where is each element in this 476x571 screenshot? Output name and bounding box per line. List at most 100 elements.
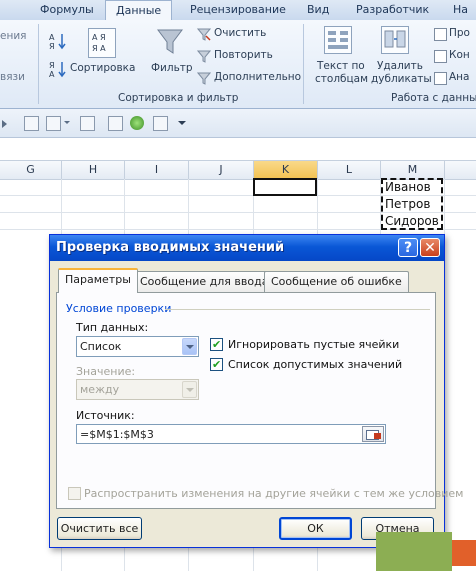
- tab-settings[interactable]: Параметры: [58, 268, 138, 293]
- remove-duplicates-label-2[interactable]: дубликаты: [371, 73, 432, 85]
- column-header-l[interactable]: L: [318, 161, 381, 179]
- clear-filter-icon: [196, 27, 212, 41]
- advanced-filter-icon: [196, 71, 212, 85]
- chevron-down-icon[interactable]: [182, 338, 197, 355]
- svg-text:А Я: А Я: [92, 33, 106, 42]
- collapse-dialog-button[interactable]: [362, 426, 384, 442]
- filter-icon[interactable]: [156, 26, 184, 56]
- data-tools-group-title: Работа с данны: [391, 92, 476, 104]
- text-to-columns-label-2[interactable]: столбцам: [315, 73, 368, 85]
- tab-addins[interactable]: На: [453, 3, 468, 16]
- svg-text:A: A: [49, 33, 55, 42]
- ribbon-separator: [38, 24, 39, 104]
- svg-text:Я А: Я А: [92, 44, 106, 53]
- column-headers: G H I J K L M: [0, 160, 476, 180]
- clear-all-button[interactable]: Очистить все: [57, 517, 142, 540]
- tab-view[interactable]: Вид: [307, 3, 329, 16]
- cell-m2[interactable]: Петров: [385, 197, 430, 211]
- sort-az-icon[interactable]: AЯ: [48, 32, 68, 51]
- svg-text:Я: Я: [49, 42, 55, 50]
- what-if-icon: [434, 72, 447, 85]
- svg-text:A: A: [49, 70, 55, 78]
- ribbon: ения вязи AЯ ЯA А ЯЯ А Сортировка Фильтр…: [0, 20, 476, 109]
- value-select: между: [76, 379, 199, 400]
- qat-save-icon[interactable]: [24, 116, 39, 131]
- remove-duplicates-icon[interactable]: [381, 26, 409, 54]
- tab-review[interactable]: Рецензирование: [190, 3, 286, 16]
- tab-error-alert[interactable]: Сообщение об ошибке: [264, 271, 409, 292]
- advanced-filter-button[interactable]: Дополнительно: [214, 71, 301, 83]
- ribbon-fragment-bottom: вязи: [0, 71, 25, 83]
- source-input[interactable]: =$M$1:$M$3: [76, 424, 386, 444]
- cell-m1[interactable]: Иванов: [385, 180, 431, 194]
- settings-panel: Условие проверки Тип данных: Список ✔ Иг…: [56, 292, 463, 509]
- remove-duplicates-label-1[interactable]: Удалить: [377, 60, 423, 72]
- qat-arrow-icon[interactable]: [2, 120, 7, 128]
- help-icon: ?: [403, 240, 413, 256]
- column-header-g[interactable]: G: [0, 161, 62, 179]
- text-to-columns-icon[interactable]: [324, 26, 352, 54]
- column-header-j[interactable]: J: [189, 161, 254, 179]
- ignore-blank-checkbox[interactable]: ✔: [210, 338, 223, 351]
- tab-data[interactable]: Данные: [105, 0, 173, 20]
- ribbon-tab-bar: Формулы Данные Рецензирование Вид Разраб…: [0, 0, 476, 21]
- apply-to-all-label: Распространить изменения на другие ячейк…: [84, 487, 464, 500]
- svg-text:Я: Я: [49, 61, 55, 70]
- value-label: Значение:: [76, 365, 136, 378]
- filter-button[interactable]: Фильтр: [151, 62, 193, 74]
- column-header-k[interactable]: K: [254, 161, 318, 179]
- data-validation-button[interactable]: Про: [449, 27, 470, 39]
- reapply-icon: [196, 49, 212, 63]
- ribbon-separator: [303, 24, 304, 104]
- validation-criteria-label: Условие проверки: [66, 302, 172, 315]
- value-select-value: между: [80, 383, 120, 396]
- qat-form-icon[interactable]: [153, 116, 168, 131]
- range-select-icon-accent: [374, 433, 381, 439]
- data-type-value: Список: [80, 340, 122, 353]
- ribbon-fragment-top: ения: [0, 30, 27, 42]
- consolidate-button[interactable]: Кон: [449, 49, 470, 61]
- sort-za-icon[interactable]: ЯA: [48, 60, 68, 79]
- column-header-m[interactable]: M: [381, 161, 445, 179]
- close-button[interactable]: ✕: [420, 238, 440, 257]
- qat-refresh-icon[interactable]: [130, 116, 144, 130]
- sort-icon[interactable]: А Я Я А: [88, 28, 116, 58]
- tab-input-message[interactable]: Сообщение для ввода: [133, 271, 276, 292]
- data-type-select[interactable]: Список: [76, 336, 199, 357]
- ok-button[interactable]: ОК: [279, 517, 352, 540]
- in-cell-dropdown-label: Список допустимых значений: [228, 358, 403, 371]
- cell-m3[interactable]: Сидоров: [385, 214, 439, 228]
- dialog-title: Проверка вводимых значений: [56, 240, 285, 255]
- green-overlay-block: [376, 532, 452, 571]
- column-header-i[interactable]: I: [125, 161, 189, 179]
- tab-developer[interactable]: Разработчик: [356, 3, 429, 16]
- active-cell-k1[interactable]: [253, 178, 317, 196]
- qat-customize-icon[interactable]: [178, 121, 186, 125]
- consolidate-icon: [434, 50, 447, 63]
- group-separator: [165, 309, 430, 310]
- qat-paste-icon[interactable]: [108, 116, 123, 131]
- text-to-columns-label-1[interactable]: Текст по: [317, 60, 365, 72]
- what-if-button[interactable]: Ана: [449, 71, 469, 83]
- source-label: Источник:: [76, 409, 135, 422]
- in-cell-dropdown-checkbox[interactable]: ✔: [210, 358, 223, 371]
- data-validation-dialog: Проверка вводимых значений ? ✕ Параметры…: [49, 234, 463, 548]
- column-header-h[interactable]: H: [62, 161, 125, 179]
- chevron-down-icon: [182, 381, 197, 398]
- qat-dropdown-icon[interactable]: [64, 121, 70, 124]
- help-button[interactable]: ?: [398, 238, 418, 257]
- reapply-button[interactable]: Повторить: [214, 49, 273, 61]
- orange-overlay-block: [452, 540, 476, 566]
- source-value: =$M$1:$M$3: [80, 428, 154, 441]
- sort-filter-group-title: Сортировка и фильтр: [118, 92, 239, 104]
- ignore-blank-label: Игнорировать пустые ячейки: [228, 338, 400, 351]
- sort-button[interactable]: Сортировка: [70, 62, 135, 74]
- apply-to-all-checkbox: [68, 487, 81, 500]
- data-type-label: Тип данных:: [76, 321, 149, 334]
- qat-preview-icon[interactable]: [80, 116, 95, 131]
- qat-print-icon[interactable]: [46, 116, 61, 131]
- checkmark-icon: ✔: [212, 358, 222, 371]
- clear-filter-button[interactable]: Очистить: [214, 27, 266, 39]
- tab-formulas[interactable]: Формулы: [40, 3, 94, 16]
- dialog-titlebar[interactable]: Проверка вводимых значений ? ✕: [50, 235, 444, 261]
